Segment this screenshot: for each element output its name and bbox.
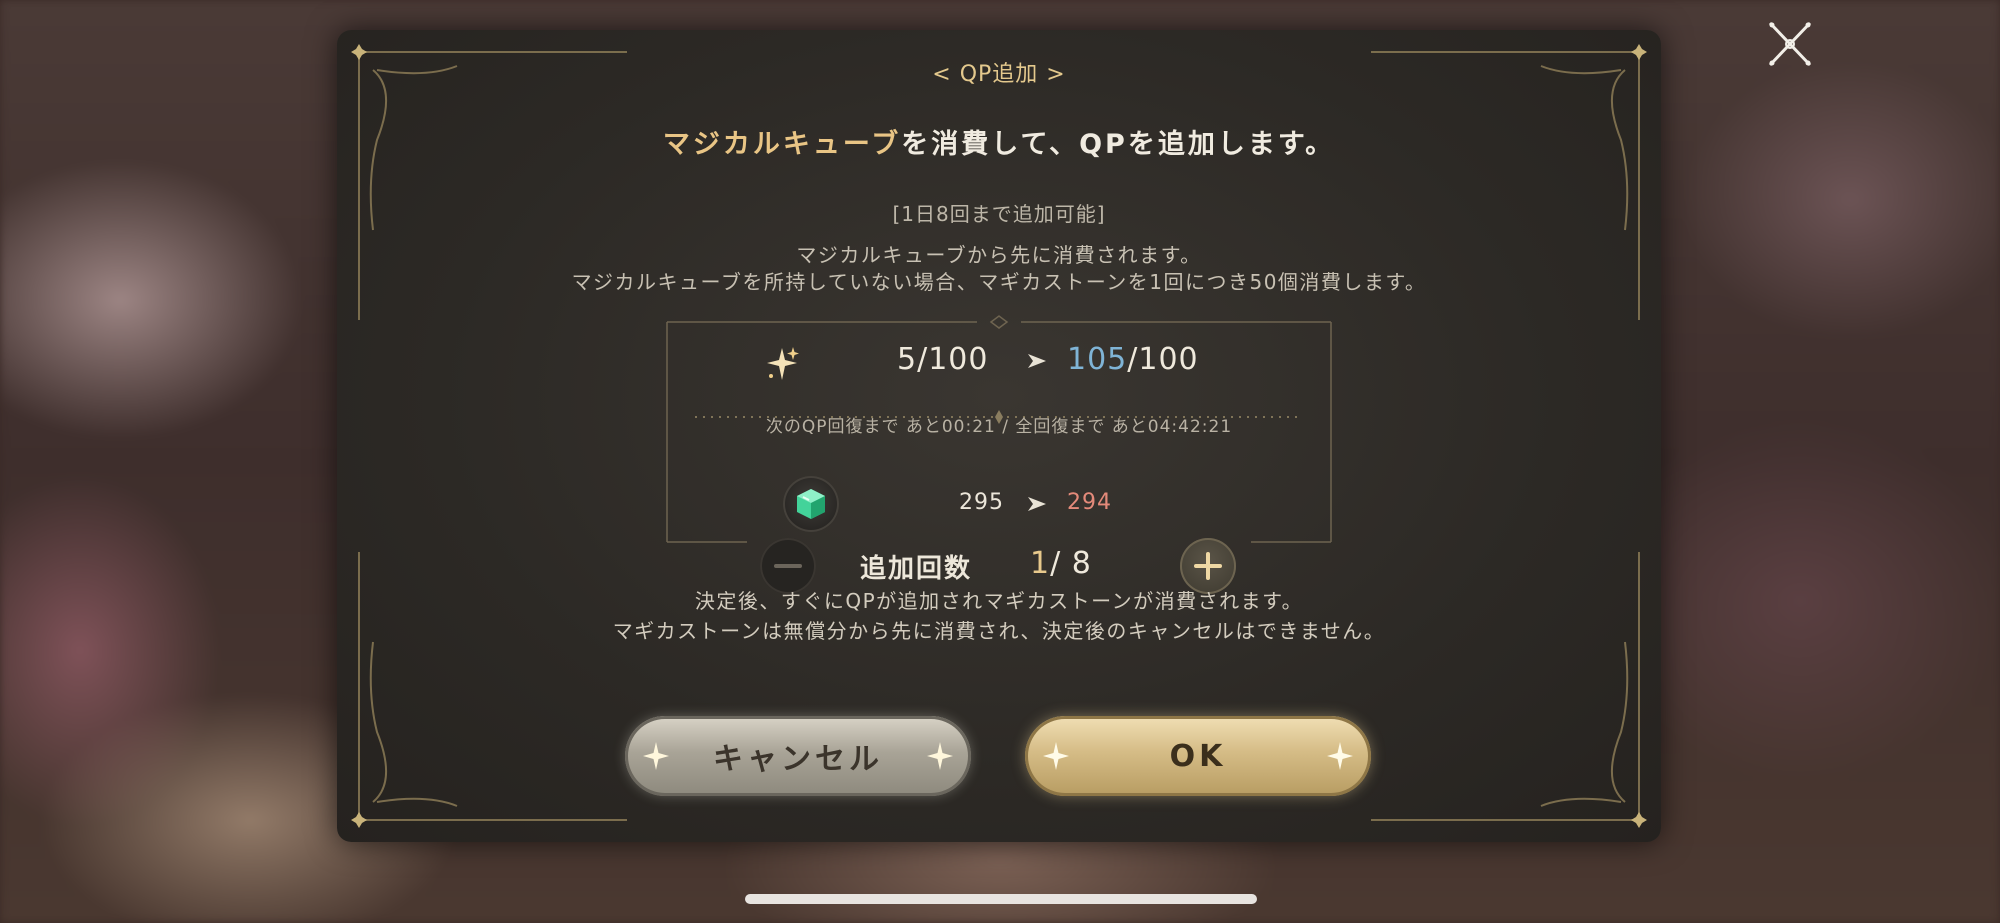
note-line-1: 決定後、すぐにQPが追加されマギカストーンが消費されます。 (694, 589, 1304, 613)
cube-icon (797, 489, 825, 519)
description-line-2: マジカルキューブを所持していない場合、マギカストーンを1回につき50個消費します… (571, 270, 1427, 294)
add-count-label: 追加回数 (860, 554, 973, 584)
note-line-2: マギカストーンは無償分から先に消費され、決定後のキャンセルはできません。 (612, 619, 1386, 643)
qp-current: 5/100 (897, 342, 989, 377)
recovery-timer: 次のQP回復まで あと00:21 / 全回復まで あと04:42:21 (765, 417, 1233, 437)
description-line-1: マジカルキューブから先に消費されます。 (796, 243, 1202, 267)
ok-button[interactable]: OK (1025, 716, 1371, 796)
dialog-title: < QP追加 > (932, 62, 1066, 87)
arrow-right-icon (1028, 354, 1046, 368)
sparkle-icon (643, 742, 669, 770)
stone-current: 295 (959, 490, 1004, 515)
headline-highlight: マジカルキューブ (662, 129, 902, 160)
headline: マジカルキューブを消費して、QPを追加します。 (337, 122, 1661, 161)
home-indicator[interactable] (745, 894, 1257, 904)
magica-stone-row: 295 294 (667, 476, 1331, 532)
sparkle-icon (767, 347, 799, 380)
sparkle-icon (1043, 742, 1069, 770)
sparkle-icon (927, 742, 953, 770)
headline-rest: を消費して、QPを追加します。 (901, 129, 1336, 160)
magica-stone-badge (783, 476, 839, 532)
daily-limit-text: [1日8回まで追加可能] (892, 202, 1106, 226)
description: マジカルキューブから先に消費されます。 マジカルキューブを所持していない場合、マ… (337, 242, 1661, 296)
add-count-value: 1/ 8 (1030, 546, 1092, 581)
consumption-panel: 5/100 105/100 次のQP回復まで あと00:21 / 全回復まで あ… (667, 320, 1331, 594)
close-icon (1768, 21, 1812, 67)
sparkle-icon (1327, 742, 1353, 770)
ok-label: OK (1169, 738, 1227, 774)
minus-icon (774, 564, 802, 568)
cancel-button[interactable]: キャンセル (625, 716, 971, 796)
qp-add-dialog: < QP追加 > マジカルキューブを消費して、QPを追加します。 [1日8回まで… (337, 30, 1661, 842)
stone-after: 294 (1067, 490, 1112, 515)
qp-row: 5/100 105/100 (667, 342, 1331, 382)
qp-after: 105/100 (1067, 342, 1199, 377)
confirmation-note: 決定後、すぐにQPが追加されマギカストーンが消費されます。 マギカストーンは無償… (337, 586, 1661, 646)
cancel-label: キャンセル (713, 742, 883, 777)
close-button[interactable] (1762, 18, 1818, 70)
plus-icon (1194, 552, 1222, 580)
arrow-right-icon (1028, 497, 1046, 511)
